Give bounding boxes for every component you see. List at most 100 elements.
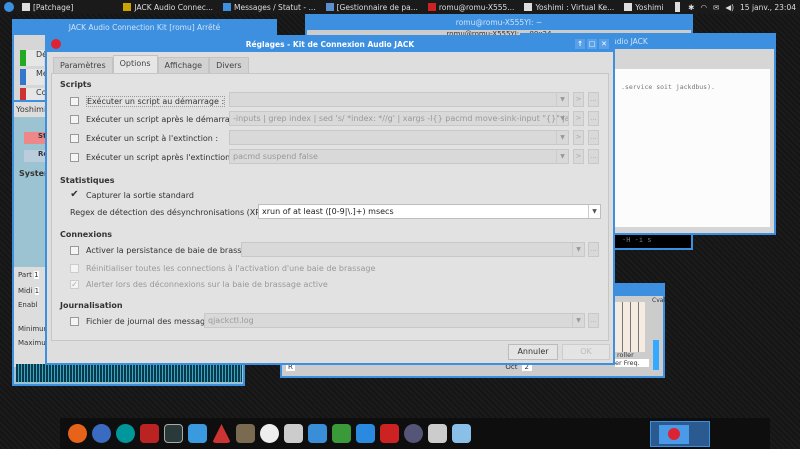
- battery-icon[interactable]: [675, 2, 681, 12]
- controller-select[interactable]: er Freq.: [615, 359, 649, 367]
- checkbox[interactable]: [70, 97, 79, 106]
- task-package-manager[interactable]: [Gestionnaire de pa...: [325, 3, 418, 12]
- post-startup-script-combo[interactable]: -inputs | grep index | sed 's/ *index: *…: [229, 111, 569, 126]
- dialog-titlebar[interactable]: Réglages - Kit de Connexion Audio JACK ↑…: [47, 37, 613, 52]
- logging-heading: Journalisation: [60, 301, 123, 310]
- chevron-down-icon[interactable]: ▼: [556, 150, 568, 163]
- log-file-combo[interactable]: qjackctl.log ▼: [204, 313, 585, 328]
- checkbox[interactable]: [70, 246, 79, 255]
- qjackctl-icon: [659, 425, 689, 444]
- checkbox[interactable]: [70, 134, 79, 143]
- messages-button[interactable]: Me: [20, 69, 48, 85]
- post-startup-script-checkbox[interactable]: Exécuter un script après le démarrage :: [70, 115, 245, 124]
- checkbox[interactable]: [70, 264, 79, 273]
- options-panel: Scripts Exécuter un script au démarrage …: [51, 73, 609, 341]
- firefox-icon[interactable]: [68, 424, 87, 443]
- chevron-down-icon[interactable]: ▼: [588, 205, 600, 218]
- post-startup-script-browse-button[interactable]: ...: [588, 111, 599, 126]
- close-button[interactable]: ✕: [599, 39, 609, 49]
- folder-icon[interactable]: [452, 424, 471, 443]
- task-patchage[interactable]: [Patchage]: [22, 3, 73, 12]
- system-tab[interactable]: Syster: [19, 169, 48, 178]
- dock: [60, 418, 560, 449]
- pin-button[interactable]: ↑: [575, 39, 585, 49]
- thunderbird-icon[interactable]: [92, 424, 111, 443]
- post-startup-script-run-button[interactable]: >: [573, 111, 584, 126]
- startup-script-combo[interactable]: ▼: [229, 92, 569, 107]
- task-yoshimi-keyboard[interactable]: Yoshimi : Virtual Ke...: [524, 3, 614, 12]
- shutdown-script-run-button[interactable]: >: [573, 130, 584, 145]
- shutdown-script-browse-button[interactable]: ...: [588, 130, 599, 145]
- chevron-down-icon[interactable]: ▼: [556, 93, 568, 106]
- xrun-regex-combo[interactable]: xrun of at least ([0-9|\.]+) msecs ▼: [258, 204, 601, 219]
- reset-connections-checkbox[interactable]: Réinitialiser toutes les connections à l…: [70, 264, 375, 273]
- task-messages[interactable]: Messages / Statut - ...: [222, 3, 316, 12]
- calculator-icon[interactable]: [284, 424, 303, 443]
- chevron-down-icon[interactable]: ▼: [572, 314, 584, 327]
- midi-value[interactable]: 1: [34, 287, 40, 295]
- download-icon[interactable]: [356, 424, 375, 443]
- maximize-button[interactable]: □: [587, 39, 597, 49]
- musescore-icon[interactable]: [260, 424, 279, 443]
- top-panel: [Patchage] JACK Audio Connec... Messages…: [0, 0, 800, 14]
- wifi-icon[interactable]: ◠: [700, 3, 707, 12]
- part-value[interactable]: 1: [34, 271, 39, 279]
- chevron-down-icon[interactable]: ▼: [572, 243, 584, 256]
- checkbox[interactable]: [70, 115, 79, 124]
- startup-script-checkbox[interactable]: Exécuter un script au démarrage :: [70, 96, 226, 107]
- jack-main-title: JACK Audio Connection Kit [romu] Arrêté: [14, 21, 275, 35]
- checkmark-icon[interactable]: ✔: [70, 190, 79, 200]
- active-window-preview[interactable]: [650, 421, 710, 447]
- cval-slider[interactable]: [653, 340, 659, 370]
- menu-icon[interactable]: [4, 2, 14, 12]
- startup-script-run-button[interactable]: >: [573, 92, 584, 107]
- terminal-title: romu@romu-X555YI: ~: [307, 16, 691, 30]
- controller-label: roller: [617, 351, 634, 359]
- volume-icon[interactable]: ◀): [725, 3, 734, 12]
- system-monitor-icon[interactable]: [164, 424, 183, 443]
- mail-icon[interactable]: ✉: [713, 3, 719, 12]
- post-shutdown-script-run-button[interactable]: >: [573, 149, 584, 164]
- shutdown-script-combo[interactable]: ▼: [229, 130, 569, 145]
- writer-icon[interactable]: [308, 424, 327, 443]
- log-file-browse-button[interactable]: ...: [588, 313, 599, 328]
- checkbox[interactable]: [70, 153, 79, 162]
- ardour-icon[interactable]: [212, 424, 231, 443]
- bluetooth-icon[interactable]: ✱: [688, 3, 694, 12]
- post-shutdown-script-checkbox[interactable]: Exécuter un script après l'extinction :: [70, 153, 235, 162]
- startup-script-browse-button[interactable]: ...: [588, 92, 599, 107]
- shutdown-script-checkbox[interactable]: Exécuter un script à l'extinction :: [70, 134, 218, 143]
- settings-dialog[interactable]: Réglages - Kit de Connexion Audio JACK ↑…: [45, 35, 615, 365]
- post-shutdown-script-combo[interactable]: pacmd suspend false ▼: [229, 149, 569, 164]
- home-folder-icon[interactable]: [428, 424, 447, 443]
- log-file-checkbox[interactable]: Fichier de journal des messages :: [70, 317, 219, 326]
- checkmark-icon[interactable]: ✓: [70, 280, 79, 289]
- patchbay-persist-checkbox[interactable]: Activer la persistance de baie de brassa…: [70, 246, 262, 255]
- task-jack[interactable]: JACK Audio Connec...: [123, 3, 213, 12]
- windows-icon[interactable]: [188, 424, 207, 443]
- globe-icon[interactable]: [404, 424, 423, 443]
- chevron-down-icon[interactable]: ▼: [556, 131, 568, 144]
- statistics-heading: Statistiques: [60, 176, 115, 185]
- patchbay-persist-combo[interactable]: ▼: [241, 242, 585, 257]
- clock[interactable]: 15 janv., 23:04: [740, 3, 796, 12]
- piano-keys[interactable]: [615, 302, 645, 352]
- task-terminal[interactable]: romu@romu-X555...: [427, 3, 514, 12]
- tab-options[interactable]: Options: [112, 55, 158, 73]
- post-shutdown-script-browse-button[interactable]: ...: [588, 149, 599, 164]
- checkbox[interactable]: [70, 317, 79, 326]
- patchbay-browse-button[interactable]: ...: [588, 242, 599, 257]
- arduino-icon[interactable]: [116, 424, 135, 443]
- calc-icon[interactable]: [332, 424, 351, 443]
- capture-stdout-checkbox[interactable]: ✔ Capturer la sortie standard: [70, 190, 194, 201]
- fontforge-icon[interactable]: [380, 424, 399, 443]
- scripts-heading: Scripts: [60, 80, 92, 89]
- gimp-icon[interactable]: [236, 424, 255, 443]
- chevron-down-icon[interactable]: ▼: [556, 112, 568, 125]
- start-button[interactable]: Dé: [20, 50, 47, 66]
- cancel-button[interactable]: Annuler: [508, 344, 558, 360]
- ok-button[interactable]: OK: [562, 344, 610, 360]
- task-yoshimi[interactable]: Yoshimi: [624, 3, 664, 12]
- alert-disconnect-checkbox[interactable]: ✓ Alerter lors des déconnexions sur la ba…: [70, 280, 328, 289]
- qjackctl-app-icon[interactable]: [140, 424, 159, 443]
